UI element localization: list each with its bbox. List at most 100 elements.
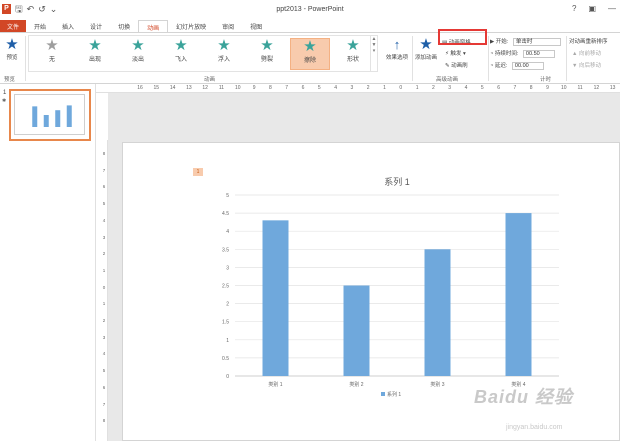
y-tick-label: 0	[226, 374, 229, 380]
animation-painter-button[interactable]: ✎ 动画刷	[445, 61, 468, 69]
ruler-tick-label: 4	[102, 217, 106, 223]
baidu-watermark: Baidu 经验	[474, 387, 574, 407]
ruler-tick-label: 8	[269, 85, 272, 91]
ruler-tick-label: 11	[577, 85, 583, 91]
tab-0[interactable]: 文件	[0, 20, 27, 32]
slide-thumbnail-pane: 1 ✱	[0, 84, 96, 441]
x-tick-label: 类别 3	[430, 381, 444, 388]
ruler-tick-label: 5	[480, 85, 484, 91]
ribbon-tabs: 文件 开始 插入 设计 切换 动画 幻灯片放映 审阅 视图	[0, 20, 620, 32]
effect-options-button[interactable]: ↑ 效果选项	[383, 37, 411, 61]
ruler-tick-label: 5	[317, 85, 321, 91]
play-icon: ▶	[490, 39, 495, 45]
y-tick-label: 1	[226, 338, 229, 344]
animation-option-2[interactable]: ★ 淡出	[118, 38, 158, 70]
star-icon: ★	[260, 37, 274, 54]
animation-painter-label: 动画刷	[451, 63, 468, 69]
animation-option-label: 擦除	[303, 58, 316, 64]
animation-option-0[interactable]: ★ 无	[32, 38, 72, 70]
y-tick-label: 2.5	[222, 284, 229, 290]
thumbnail-chart	[32, 105, 72, 127]
y-tick-label: 3.5	[222, 247, 229, 253]
chart-title: 系列 1	[384, 176, 410, 187]
animation-option-4[interactable]: ★ 浮入	[204, 38, 244, 70]
ruler-tick-label: 7	[285, 85, 289, 91]
minimize-button[interactable]: —	[608, 4, 616, 13]
ruler-tick-label: 16	[137, 85, 143, 91]
move-later-button[interactable]: ▼ 向后移动	[572, 61, 601, 69]
add-animation-label: 添加动画	[414, 55, 437, 61]
ruler-tick-label: 8	[102, 418, 106, 424]
ruler-tick-label: 3	[102, 234, 106, 240]
add-animation-button[interactable]: ★ 添加动画	[413, 37, 439, 62]
tab-5[interactable]: 动画	[138, 20, 169, 32]
tab-6[interactable]: 幻灯片放映	[168, 20, 214, 32]
bar[interactable]	[262, 220, 289, 376]
ruler-tick-label: 7	[513, 85, 517, 91]
advanced-group-label: 高级动画	[436, 77, 459, 83]
start-label: 开始:	[495, 39, 509, 45]
tab-4[interactable]: 切换	[110, 20, 138, 32]
ruler-tick-label: 1	[102, 267, 106, 273]
bar[interactable]	[424, 249, 451, 376]
animation-option-5[interactable]: ★ 劈裂	[247, 38, 287, 70]
slide-thumbnail[interactable]	[14, 94, 85, 135]
ruler-tick-label: 8	[529, 85, 533, 91]
animation-option-6[interactable]: ★ 擦除	[290, 38, 330, 70]
slide-number: 1	[3, 90, 7, 96]
animation-group-label: 动画	[204, 77, 216, 83]
ruler-tick-label: 12	[202, 85, 208, 91]
ruler-tick-label: 1	[102, 301, 106, 307]
ruler-tick-label: 9	[252, 85, 256, 91]
animation-option-3[interactable]: ★ 飞入	[161, 38, 201, 70]
ruler-tick-label: 7	[102, 167, 106, 173]
clock-icon: ◔	[490, 51, 494, 57]
ruler-tick-label: 13	[609, 85, 616, 91]
bar[interactable]	[343, 285, 370, 377]
ruler-tick-label: 0	[399, 85, 403, 91]
ruler-tick-label: 5	[102, 201, 106, 207]
horizontal-ruler: 16 15 14 13 12 11 10 9 8 7 6 5 4 3 2 1 0 1 2 3 4 5 6 7 8 9 10 11 12 1…	[96, 84, 620, 93]
delay-input[interactable]: 00.00	[511, 62, 544, 70]
preview-label: 预览	[6, 55, 18, 61]
animation-option-1[interactable]: ★ 出现	[75, 38, 115, 70]
start-select[interactable]: 单击时	[512, 38, 561, 46]
ruler-tick-label: 1	[383, 85, 386, 91]
help-button[interactable]: ?	[572, 4, 576, 13]
animation-pane-highlight	[438, 29, 487, 45]
tab-2[interactable]: 插入	[54, 20, 82, 32]
star-icon: ★	[346, 37, 360, 54]
animation-option-label: 出现	[88, 57, 101, 63]
animation-indicator-icon: ✱	[2, 98, 7, 104]
tab-3[interactable]: 设计	[82, 20, 110, 32]
ribbon-display-button[interactable]: ▣	[588, 4, 596, 13]
tab-8[interactable]: 视图	[242, 20, 270, 32]
ruler-tick-label: 6	[102, 384, 106, 390]
start-field: ▶ 开始: 单击时	[490, 37, 561, 46]
ruler-tick-label: 4	[464, 85, 468, 91]
trigger-button[interactable]: ⚡ 触发 ▾	[445, 49, 466, 57]
animation-option-label: 淡出	[131, 57, 144, 63]
legend-swatch	[381, 392, 385, 396]
ruler-tick-label: 8	[102, 151, 106, 156]
x-tick-label: 类别 1	[268, 381, 282, 388]
ruler-tick-label: 9	[546, 85, 549, 91]
tab-1[interactable]: 开始	[26, 20, 54, 32]
ruler-tick-label: 0	[102, 284, 106, 290]
animation-option-7[interactable]: ★ 形状	[333, 38, 373, 70]
star-icon: ★	[45, 37, 59, 54]
ruler-tick-label: 6	[301, 85, 305, 91]
preview-button[interactable]: ★ 预览	[2, 37, 22, 62]
y-tick-label: 4	[226, 229, 229, 235]
star-icon: ★	[303, 38, 317, 55]
duration-input[interactable]: 00.50	[522, 50, 555, 58]
tab-7[interactable]: 审阅	[214, 20, 242, 32]
ruler-tick-label: 10	[235, 85, 241, 91]
duration-label: 持续时间:	[494, 51, 519, 57]
bar[interactable]	[505, 213, 532, 376]
move-earlier-button[interactable]: ▲ 向前移动	[572, 49, 601, 57]
window-title: ppt2013 - PowerPoint	[276, 6, 344, 13]
preview-group-label: 预览	[4, 77, 16, 83]
trigger-icon: ⚡	[445, 51, 449, 57]
ruler-tick-label: 15	[153, 85, 160, 91]
